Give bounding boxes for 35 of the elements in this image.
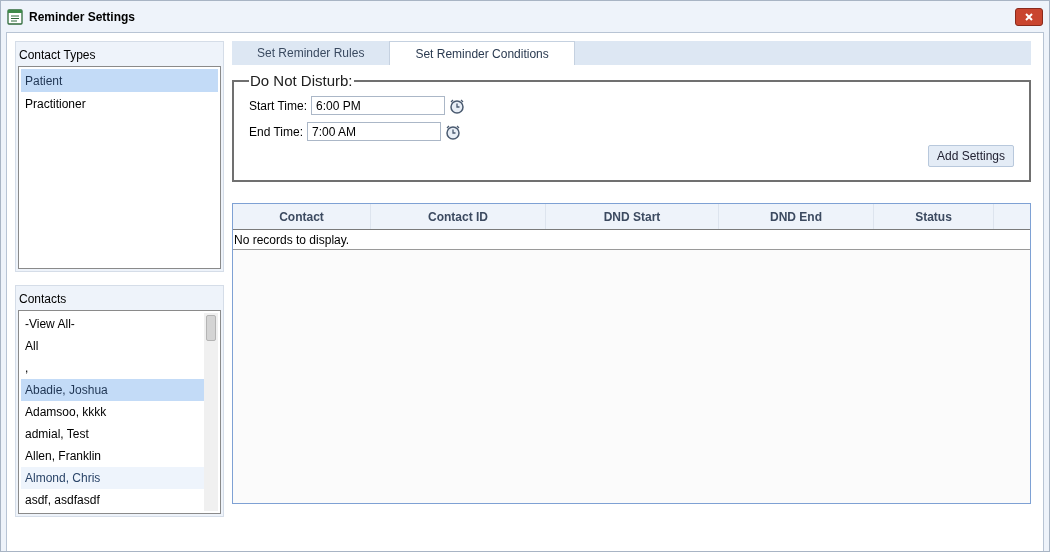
list-item[interactable]: admial, Test [21, 423, 204, 445]
list-item[interactable]: Allen, Franklin [21, 445, 204, 467]
list-item[interactable]: asdf, asdfasdf [21, 489, 204, 511]
close-button[interactable] [1015, 7, 1043, 26]
list-item[interactable]: All [21, 335, 204, 357]
alarm-clock-icon[interactable] [445, 123, 462, 140]
list-item[interactable]: Patient [21, 69, 218, 92]
list-item[interactable]: Practitioner [21, 92, 218, 115]
column-header[interactable]: Contact ID [371, 204, 546, 229]
tab[interactable]: Set Reminder Conditions [389, 41, 575, 65]
tab[interactable]: Set Reminder Rules [232, 41, 390, 65]
column-header[interactable]: Contact [233, 204, 371, 229]
add-settings-button[interactable]: Add Settings [927, 144, 1014, 167]
time-field[interactable]: 6:00 PM [311, 96, 445, 115]
column-header[interactable]: DND Start [546, 204, 719, 229]
group-title: Do Not Disturb: [249, 71, 354, 91]
column-header[interactable]: DND End [719, 204, 874, 229]
close-icon [1024, 11, 1034, 22]
window-title: Reminder Settings [29, 8, 136, 26]
window-icon [7, 8, 23, 25]
scrollbar[interactable] [204, 313, 218, 511]
field-label: Start Time: [249, 97, 307, 115]
field-label: End Time: [249, 123, 304, 141]
list-item[interactable]: Almond, Chris [21, 467, 204, 489]
panel-title: Contacts [18, 291, 68, 308]
time-field[interactable]: 7:00 AM [307, 122, 442, 141]
empty-message: No records to display. [233, 231, 351, 249]
list-item[interactable]: Abadie, Joshua [21, 379, 204, 401]
panel-title: Contact Types [18, 47, 97, 64]
alarm-clock-icon[interactable] [449, 97, 465, 114]
list-item[interactable]: , [21, 357, 204, 379]
list-item[interactable]: Adamsoo, kkkk [21, 401, 204, 423]
list-item[interactable]: -View All- [21, 313, 204, 335]
scrollbar-thumb[interactable] [206, 315, 216, 341]
column-header[interactable]: Status [874, 204, 994, 229]
